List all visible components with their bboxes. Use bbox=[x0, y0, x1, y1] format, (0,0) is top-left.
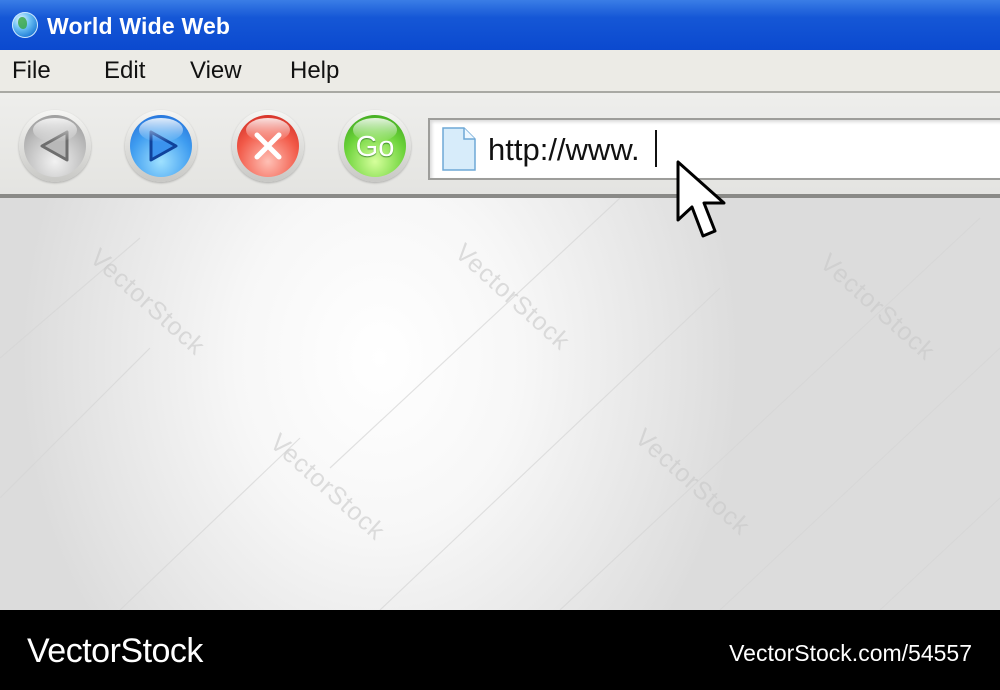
forward-button[interactable] bbox=[125, 110, 197, 182]
stop-x-icon bbox=[237, 115, 299, 177]
page-content: VectorStock VectorStock VectorStock Vect… bbox=[0, 198, 1000, 610]
footer-bar: VectorStock VectorStock.com/54557 bbox=[0, 610, 1000, 690]
title-bar: World Wide Web bbox=[0, 0, 1000, 50]
menu-view[interactable]: View bbox=[190, 57, 242, 85]
background-lines bbox=[0, 198, 1000, 610]
menu-edit[interactable]: Edit bbox=[104, 57, 145, 85]
window-title: World Wide Web bbox=[47, 13, 231, 39]
back-button[interactable] bbox=[19, 110, 91, 182]
globe-icon bbox=[12, 12, 38, 38]
menu-file[interactable]: File bbox=[12, 57, 51, 85]
page-icon bbox=[442, 127, 476, 171]
menu-help[interactable]: Help bbox=[290, 57, 339, 85]
go-icon: Go bbox=[344, 115, 406, 177]
go-label: Go bbox=[355, 131, 395, 163]
footer-brand: VectorStock bbox=[27, 632, 203, 670]
stop-button[interactable] bbox=[232, 110, 304, 182]
forward-arrow-icon bbox=[130, 115, 192, 177]
go-button[interactable]: Go bbox=[339, 110, 411, 182]
mouse-pointer-icon bbox=[676, 160, 726, 238]
text-caret bbox=[655, 130, 657, 167]
address-input[interactable]: http://www. bbox=[488, 132, 640, 168]
menu-bar: File Edit View Help bbox=[0, 50, 1000, 93]
footer-id: VectorStock.com/54557 bbox=[729, 640, 972, 666]
back-arrow-icon bbox=[24, 115, 86, 177]
